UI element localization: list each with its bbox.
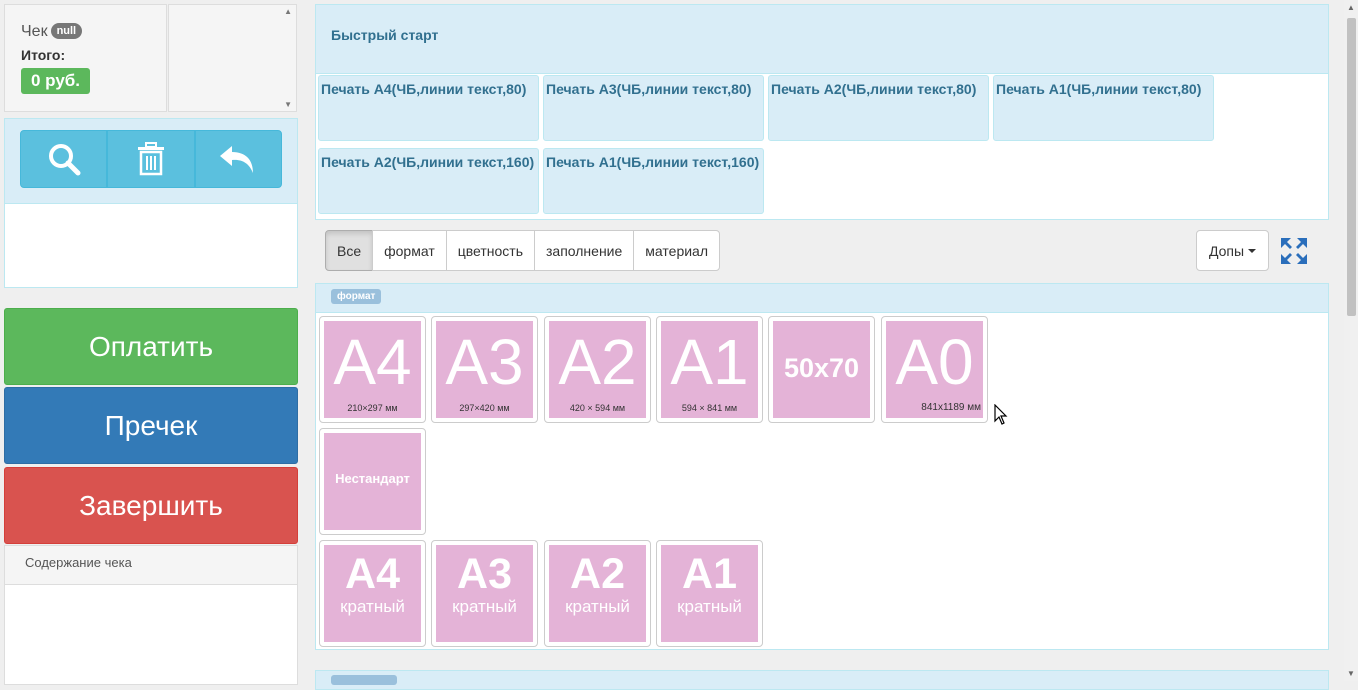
tile-dims: 297×420 мм (459, 403, 510, 413)
format-tile-a1-multiple[interactable]: A1 кратный (656, 540, 763, 647)
format-tile-nonstandard[interactable]: Нестандарт (319, 428, 426, 535)
tab-all[interactable]: Все (325, 230, 374, 271)
undo-icon (220, 146, 254, 173)
tab-fill[interactable]: заполнение (534, 230, 635, 271)
filter-tabs: Все формат цветность заполнение материал (325, 230, 721, 271)
tile-format: A2 (558, 326, 637, 398)
tile-face: A3 297×420 мм (436, 321, 533, 418)
tile-format: A3 (457, 550, 512, 598)
quick-start-title: Быстрый старт (331, 27, 439, 43)
undo-button[interactable] (194, 130, 282, 188)
tile-subtitle: кратный (340, 597, 405, 616)
check-summary: Чек null Итого: 0 руб. (4, 4, 167, 112)
tile-subtitle: кратный (565, 597, 630, 616)
fullscreen-icon[interactable] (1280, 237, 1308, 265)
precheck-button[interactable]: Пречек (4, 387, 298, 464)
tile-dims: 210×297 мм (347, 403, 398, 413)
format-tile-a0[interactable]: A0 841x1189 мм (881, 316, 988, 423)
tab-color[interactable]: цветность (445, 230, 535, 271)
format-tile-a3-multiple[interactable]: A3 кратный (431, 540, 538, 647)
check-content-header: Содержание чека (5, 546, 297, 585)
quick-start-header: Быстрый старт (316, 5, 1328, 74)
tile-format: A2 (570, 550, 625, 598)
quick-start-item[interactable]: Печать А4(ЧБ,линии текст,80) (318, 75, 539, 141)
delete-button[interactable] (107, 130, 195, 188)
total-value: 0 руб. (21, 68, 91, 94)
tile-dims: 594 × 841 мм (681, 403, 738, 413)
format-tile-a4-multiple[interactable]: A4 кратный (319, 540, 426, 647)
tab-format[interactable]: формат (372, 230, 447, 271)
tile-subtitle: кратный (452, 597, 517, 616)
scroll-down-icon[interactable]: ▼ (1347, 669, 1355, 678)
format-section-header: формат (316, 284, 1328, 313)
format-tile-50x70[interactable]: 50x70 (768, 316, 875, 423)
check-badge: null (50, 23, 83, 39)
tile-face: A3 кратный (436, 545, 533, 642)
check-side-list[interactable]: ▲ ▼ (168, 4, 297, 112)
check-title: Чек null (21, 23, 83, 41)
format-section: формат A4 210×297 мм A3 297×420 мм A2 420 ×… (315, 283, 1329, 650)
tile-face: A2 кратный (549, 545, 646, 642)
quick-start-item[interactable]: Печать А3(ЧБ,линии текст,80) (543, 75, 764, 141)
quick-start-item[interactable]: Печать А1(ЧБ,линии текст,80) (993, 75, 1214, 141)
tile-face: A4 210×297 мм (324, 321, 421, 418)
scroll-up-icon[interactable]: ▲ (284, 7, 292, 16)
tile-dims: 841x1189 мм (921, 402, 981, 413)
scrollbar-thumb[interactable] (1347, 18, 1356, 316)
tab-material[interactable]: материал (633, 230, 721, 271)
tile-face: 50x70 (773, 321, 870, 418)
format-tile-a2-multiple[interactable]: A2 кратный (544, 540, 651, 647)
tile-format: A0 (895, 326, 974, 398)
total-label: Итого: (21, 47, 66, 63)
trash-icon (137, 142, 164, 176)
quick-start-item[interactable]: Печать А2(ЧБ,линии текст,160) (318, 148, 539, 214)
format-tile-a2[interactable]: A2 420 × 594 мм (544, 316, 651, 423)
tile-face: A0 841x1189 мм (886, 321, 983, 418)
quick-start-panel: Быстрый старт Печать А4(ЧБ,линии текст,8… (315, 4, 1329, 220)
tools-panel-header (5, 119, 297, 204)
tools-button-group (20, 130, 282, 188)
format-tile-a3[interactable]: A3 297×420 мм (431, 316, 538, 423)
format-tile-a4[interactable]: A4 210×297 мм (319, 316, 426, 423)
page-scrollbar[interactable]: ▲ ▼ (1344, 0, 1358, 681)
search-icon (48, 144, 81, 176)
tile-face: A1 594 × 841 мм (661, 321, 758, 418)
caret-down-icon (1248, 248, 1257, 253)
tile-format: A3 (445, 326, 524, 398)
format-label: формат (331, 289, 382, 304)
tile-format: A4 (333, 326, 412, 398)
scroll-down-icon[interactable]: ▼ (284, 100, 292, 109)
tile-format: A4 (345, 550, 400, 598)
tile-face: A2 420 × 594 мм (549, 321, 646, 418)
color-section-label (331, 675, 397, 685)
tile-face: A4 кратный (324, 545, 421, 642)
quick-start-item[interactable]: Печать А2(ЧБ,линии текст,80) (768, 75, 989, 141)
tile-format: A1 (670, 326, 749, 398)
pay-button[interactable]: Оплатить (4, 308, 298, 385)
check-title-text: Чек (21, 23, 48, 40)
quick-start-item[interactable]: Печать А1(ЧБ,линии текст,160) (543, 148, 764, 214)
format-tile-a1[interactable]: A1 594 × 841 мм (656, 316, 763, 423)
tile-face: Нестандарт (324, 433, 421, 530)
finish-button[interactable]: Завершить (4, 467, 298, 544)
color-section-header (315, 670, 1329, 690)
tile-subtitle: кратный (677, 597, 742, 616)
mouse-cursor-icon (994, 404, 1008, 425)
extras-dropdown[interactable]: Допы (1196, 230, 1269, 271)
check-content-panel: Содержание чека (4, 545, 298, 685)
search-button[interactable] (20, 130, 108, 188)
scroll-up-icon[interactable]: ▲ (1347, 3, 1355, 12)
tile-dims: 420 × 594 мм (569, 403, 626, 413)
tile-format: Нестандарт (335, 471, 410, 486)
tile-format: A1 (682, 550, 737, 598)
tile-face: A1 кратный (661, 545, 758, 642)
tile-format: 50x70 (783, 353, 860, 383)
check-content-title: Содержание чека (25, 555, 132, 570)
tools-panel (4, 118, 298, 288)
extras-label: Допы (1208, 242, 1245, 259)
